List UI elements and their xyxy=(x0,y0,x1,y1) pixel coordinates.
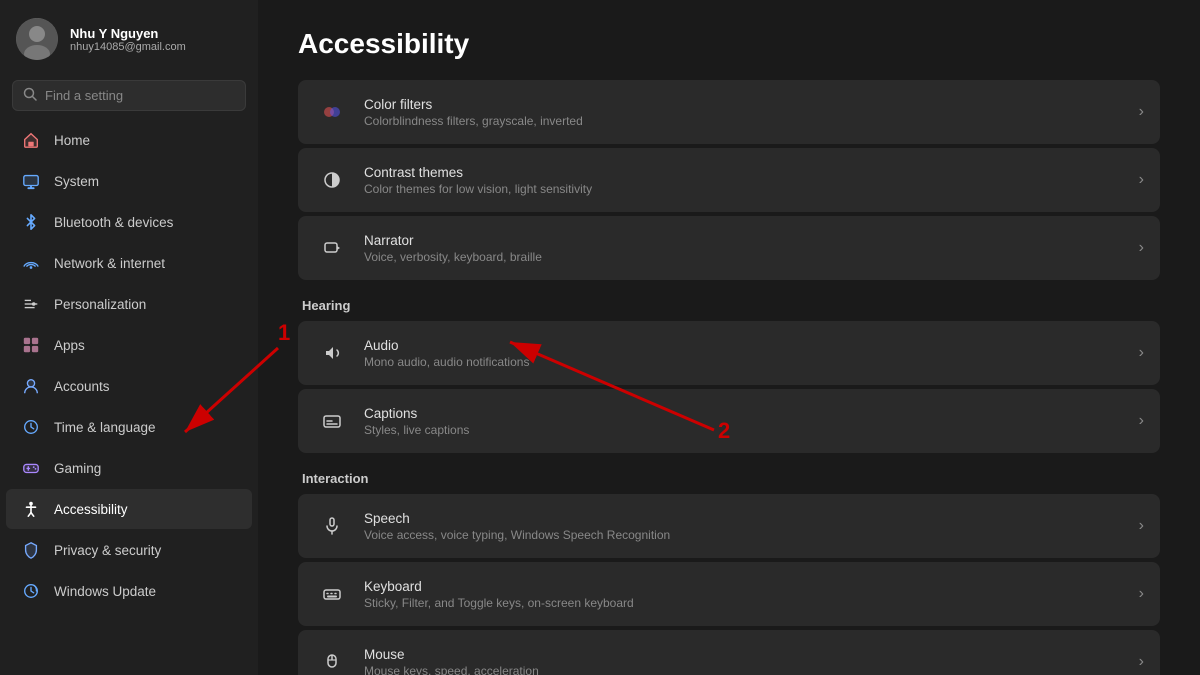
home-icon xyxy=(20,129,42,151)
system-icon xyxy=(20,170,42,192)
audio-settings-icon xyxy=(314,335,350,371)
time-icon xyxy=(20,416,42,438)
accessibility-icon xyxy=(20,498,42,520)
page-title: Accessibility xyxy=(298,28,1160,60)
settings-item-desc-captions: Styles, live captions xyxy=(364,423,1131,437)
sidebar-item-label-system: System xyxy=(54,174,99,189)
sidebar-item-label-bluetooth: Bluetooth & devices xyxy=(54,215,173,230)
bluetooth-icon xyxy=(20,211,42,233)
settings-item-desc-keyboard: Sticky, Filter, and Toggle keys, on-scre… xyxy=(364,596,1131,610)
sidebar-item-label-update: Windows Update xyxy=(54,584,156,599)
sidebar-item-personalization[interactable]: Personalization xyxy=(6,284,252,324)
sidebar-item-time[interactable]: Time & language xyxy=(6,407,252,447)
sidebar-item-label-gaming: Gaming xyxy=(54,461,101,476)
narrator-settings-icon xyxy=(314,230,350,266)
color-filters-settings-icon xyxy=(314,94,350,130)
settings-item-title-mouse: Mouse xyxy=(364,647,1131,662)
settings-item-text-color-filters: Color filters Colorblindness filters, gra… xyxy=(364,97,1131,128)
sidebar-item-label-home: Home xyxy=(54,133,90,148)
sidebar-item-update[interactable]: Windows Update xyxy=(6,571,252,611)
settings-item-desc-mouse: Mouse keys, speed, acceleration xyxy=(364,664,1131,675)
section-heading-interaction: Interaction xyxy=(302,471,1160,486)
chevron-right-icon: › xyxy=(1139,239,1144,257)
sidebar-item-accessibility[interactable]: Accessibility xyxy=(6,489,252,529)
sidebar-item-system[interactable]: System xyxy=(6,161,252,201)
sidebar-item-label-accounts: Accounts xyxy=(54,379,110,394)
speech-settings-icon xyxy=(314,508,350,544)
accounts-icon xyxy=(20,375,42,397)
personalization-icon xyxy=(20,293,42,315)
update-icon xyxy=(20,580,42,602)
chevron-right-icon: › xyxy=(1139,103,1144,121)
sidebar-item-label-apps: Apps xyxy=(54,338,85,353)
main-content: Accessibility Color filters Colorblindnes… xyxy=(258,0,1200,675)
keyboard-settings-icon xyxy=(314,576,350,612)
chevron-right-icon: › xyxy=(1139,171,1144,189)
mouse-settings-icon xyxy=(314,644,350,675)
nav-list: Home System Bluetooth & devices Network & i… xyxy=(0,119,258,612)
settings-item-desc-speech: Voice access, voice typing, Windows Spee… xyxy=(364,528,1131,542)
sidebar-item-apps[interactable]: Apps xyxy=(6,325,252,365)
settings-item-contrast-themes[interactable]: Contrast themes Color themes for low visi… xyxy=(298,148,1160,212)
section-heading-hearing: Hearing xyxy=(302,298,1160,313)
chevron-right-icon: › xyxy=(1139,585,1144,603)
captions-settings-icon xyxy=(314,403,350,439)
sidebar-item-gaming[interactable]: Gaming xyxy=(6,448,252,488)
settings-item-audio[interactable]: Audio Mono audio, audio notifications › xyxy=(298,321,1160,385)
sidebar-item-network[interactable]: Network & internet xyxy=(6,243,252,283)
settings-item-title-color-filters: Color filters xyxy=(364,97,1131,112)
chevron-right-icon: › xyxy=(1139,412,1144,430)
settings-item-desc-narrator: Voice, verbosity, keyboard, braille xyxy=(364,250,1131,264)
settings-item-text-speech: Speech Voice access, voice typing, Window… xyxy=(364,511,1131,542)
settings-item-desc-color-filters: Colorblindness filters, grayscale, inver… xyxy=(364,114,1131,128)
network-icon xyxy=(20,252,42,274)
settings-item-desc-audio: Mono audio, audio notifications xyxy=(364,355,1131,369)
user-email: nhuy14085@gmail.com xyxy=(70,41,186,53)
sidebar-item-accounts[interactable]: Accounts xyxy=(6,366,252,406)
settings-item-keyboard[interactable]: Keyboard Sticky, Filter, and Toggle keys,… xyxy=(298,562,1160,626)
sidebar-item-label-personalization: Personalization xyxy=(54,297,146,312)
settings-item-desc-contrast-themes: Color themes for low vision, light sensi… xyxy=(364,182,1131,196)
chevron-right-icon: › xyxy=(1139,653,1144,671)
settings-item-title-speech: Speech xyxy=(364,511,1131,526)
settings-item-color-filters[interactable]: Color filters Colorblindness filters, gra… xyxy=(298,80,1160,144)
sidebar-item-label-network: Network & internet xyxy=(54,256,165,271)
search-box[interactable] xyxy=(12,80,246,111)
contrast-themes-settings-icon xyxy=(314,162,350,198)
settings-item-text-audio: Audio Mono audio, audio notifications xyxy=(364,338,1131,369)
gaming-icon xyxy=(20,457,42,479)
sidebar-item-privacy[interactable]: Privacy & security xyxy=(6,530,252,570)
settings-item-narrator[interactable]: Narrator Voice, verbosity, keyboard, brai… xyxy=(298,216,1160,280)
sidebar-item-label-time: Time & language xyxy=(54,420,156,435)
settings-item-title-narrator: Narrator xyxy=(364,233,1131,248)
user-profile: Nhu Y Nguyen nhuy14085@gmail.com xyxy=(0,0,258,76)
settings-item-speech[interactable]: Speech Voice access, voice typing, Window… xyxy=(298,494,1160,558)
sidebar-item-label-accessibility: Accessibility xyxy=(54,502,128,517)
sidebar: Nhu Y Nguyen nhuy14085@gmail.com Home Sys… xyxy=(0,0,258,675)
settings-item-captions[interactable]: Captions Styles, live captions › xyxy=(298,389,1160,453)
settings-item-title-captions: Captions xyxy=(364,406,1131,421)
chevron-right-icon: › xyxy=(1139,344,1144,362)
settings-item-title-contrast-themes: Contrast themes xyxy=(364,165,1131,180)
settings-item-text-contrast-themes: Contrast themes Color themes for low visi… xyxy=(364,165,1131,196)
search-icon xyxy=(23,87,37,104)
user-name: Nhu Y Nguyen xyxy=(70,26,186,41)
apps-icon xyxy=(20,334,42,356)
sidebar-item-label-privacy: Privacy & security xyxy=(54,543,161,558)
settings-item-mouse[interactable]: Mouse Mouse keys, speed, acceleration › xyxy=(298,630,1160,675)
privacy-icon xyxy=(20,539,42,561)
settings-item-title-audio: Audio xyxy=(364,338,1131,353)
search-input[interactable] xyxy=(45,88,235,103)
settings-item-text-keyboard: Keyboard Sticky, Filter, and Toggle keys,… xyxy=(364,579,1131,610)
settings-item-text-captions: Captions Styles, live captions xyxy=(364,406,1131,437)
settings-item-title-keyboard: Keyboard xyxy=(364,579,1131,594)
avatar xyxy=(16,18,58,60)
settings-sections: Color filters Colorblindness filters, gra… xyxy=(298,80,1160,675)
settings-item-text-mouse: Mouse Mouse keys, speed, acceleration xyxy=(364,647,1131,675)
sidebar-item-bluetooth[interactable]: Bluetooth & devices xyxy=(6,202,252,242)
user-info: Nhu Y Nguyen nhuy14085@gmail.com xyxy=(70,26,186,53)
settings-item-text-narrator: Narrator Voice, verbosity, keyboard, brai… xyxy=(364,233,1131,264)
sidebar-item-home[interactable]: Home xyxy=(6,120,252,160)
chevron-right-icon: › xyxy=(1139,517,1144,535)
